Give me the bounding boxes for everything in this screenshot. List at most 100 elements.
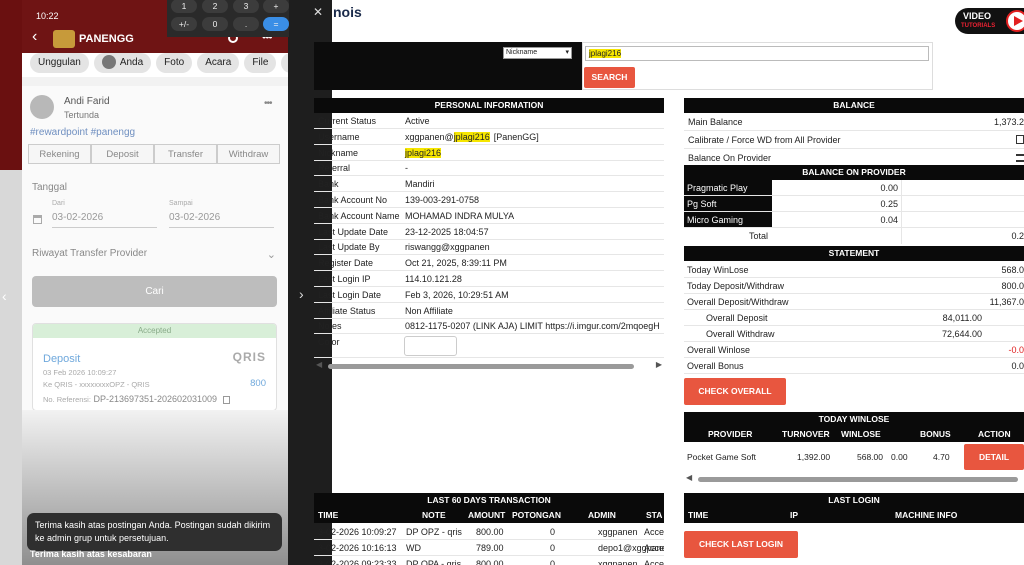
deposit-card[interactable]: Accepted Deposit 03 Feb 2026 10:09:27 Ke… [32, 323, 277, 411]
close-icon[interactable]: ✕ [313, 5, 323, 19]
transaction-row: 3-02-2026 10:09:27 DP OPZ - qris 800.00 0 xg… [314, 524, 664, 540]
deposit-title: Deposit [43, 353, 81, 365]
value-text: 23-12-2025 18:04:57 [405, 226, 489, 237]
key-2[interactable]: 2 [202, 0, 228, 13]
check-overall-button[interactable]: CHECK OVERALL [684, 378, 786, 405]
status-time: 10:22 [36, 11, 59, 21]
group-name: PANENGG [79, 33, 134, 45]
scroll-thumb[interactable] [328, 364, 634, 369]
col-time: TIME [318, 510, 339, 520]
back-icon[interactable]: ‹ [32, 29, 37, 45]
bottom-text: Terima kasih atas kesabaran [30, 549, 152, 559]
post-more-icon[interactable]: ••• [264, 98, 272, 109]
personal-info-label: Last Login IP [318, 274, 371, 284]
group-avatar [53, 30, 75, 48]
transaction-status: Acce [644, 543, 664, 553]
main-balance-label: Main Balance [688, 117, 743, 127]
chip-foto[interactable]: Foto [156, 53, 193, 73]
personal-info-row: Referral - [314, 160, 664, 177]
chip-bar: Unggulan Anda FotoAcaraFileA [22, 53, 288, 77]
reference-number: No. Referensi: DP-213697351-202602031009 [43, 394, 230, 404]
transaction-potongan: 0 [550, 543, 556, 553]
play-icon [1006, 10, 1024, 32]
chip-more[interactable]: A [281, 53, 288, 73]
col-bonus: BONUS [920, 429, 951, 439]
provider-balance-cell: 0.04 [880, 215, 898, 225]
personal-info-value: 139-003-291-0758 [405, 192, 480, 207]
video-tutorials-badge[interactable]: VIDEO TUTORIALS [955, 8, 1024, 34]
check-last-login-button[interactable]: CHECK LAST LOGIN [684, 531, 798, 558]
left-dark-band [0, 0, 22, 170]
key-3[interactable]: 3 [233, 0, 259, 13]
search-type-select[interactable]: Nickname ▾ [503, 47, 572, 59]
total-value: 0.2 [1011, 231, 1024, 241]
statement-label: Today Deposit/Withdraw [687, 281, 785, 291]
calendar-icon[interactable] [33, 215, 42, 224]
extra-value: 0.00 [891, 452, 908, 462]
hashtags[interactable]: #rewardpoint #panengg [30, 127, 135, 138]
horizontal-scrollbar[interactable]: ◀ ▶ [316, 360, 662, 370]
prev-arrow-icon[interactable]: ‹ [2, 288, 7, 304]
personal-info-header: PERSONAL INFORMATION [314, 98, 664, 113]
value-text: 139-003-291-0758 [405, 195, 480, 205]
key-plus[interactable]: + [263, 0, 289, 13]
personal-info-label: Bank Account Name [318, 210, 400, 221]
post-author: Andi Farid [64, 96, 110, 107]
search-input[interactable]: jplagi216 [585, 46, 929, 61]
last60-panel: LAST 60 DAYS TRANSACTION TIME NOTE AMOUN… [314, 493, 664, 565]
provider-name: Pocket Game Soft [687, 452, 756, 462]
col-login-ip: IP [790, 510, 799, 520]
transaction-potongan: 0 [550, 527, 556, 537]
key-1[interactable]: 1 [171, 0, 197, 13]
tab-deposit[interactable]: Deposit [91, 144, 154, 164]
date-from-field[interactable]: 03-02-2026 [52, 212, 157, 228]
winlose-scroll-thumb[interactable] [698, 477, 1018, 482]
personal-info-value: Mandiri [405, 176, 435, 191]
chip-file[interactable]: File [244, 53, 277, 73]
copy-icon[interactable] [222, 395, 230, 404]
statement-row: Today WinLose 568.0 [684, 262, 1024, 278]
personal-info-row: Current Status Active [314, 113, 664, 129]
key-decimal[interactable]: . [233, 17, 259, 31]
tab-transfer[interactable]: Transfer [154, 144, 217, 164]
statement-value: 11,367.0 [989, 297, 1024, 307]
personal-info-row: Nickname jplagi216 [314, 145, 664, 161]
winlose-scrollbar[interactable]: ◀ [686, 473, 1024, 483]
key-0[interactable]: 0 [202, 17, 228, 31]
personal-info-row: Last Update Date 23-12-2025 18:04:57 [314, 224, 664, 240]
transaction-amount: 800.00 [476, 559, 504, 565]
detail-button[interactable]: DETAIL [964, 444, 1024, 470]
cari-button[interactable]: Cari [32, 276, 277, 307]
chip-unggulan[interactable]: Unggulan [30, 53, 89, 73]
personal-info-row: Last Update By riswangg@xggpanen [314, 239, 664, 256]
riwayat-dropdown[interactable]: Riwayat Transfer Provider ⌄ [32, 248, 276, 264]
calibrate-icon[interactable] [1016, 135, 1024, 144]
date-to-field[interactable]: 03-02-2026 [169, 212, 274, 228]
toast-message: Terima kasih atas postingan Anda. Postin… [27, 513, 282, 551]
key-negate[interactable]: +/- [171, 17, 197, 31]
personal-info-row: Notes 0812-1175-0207 (LINK AJA) LIMIT htt… [314, 318, 664, 335]
chip-acara[interactable]: Acara [197, 53, 240, 73]
cell-divider [901, 212, 902, 228]
winlose-scroll-left-icon[interactable]: ◀ [686, 473, 692, 482]
search-button[interactable]: SEARCH [584, 67, 635, 88]
scroll-right-icon[interactable]: ▶ [656, 360, 662, 369]
tab-rekening[interactable]: Rekening [28, 144, 91, 164]
tutorials-label: TUTORIALS [961, 23, 996, 29]
value-text: 0812-1175-0207 (LINK AJA) LIMIT https://… [405, 321, 660, 332]
statement-label: Overall Deposit/Withdraw [687, 297, 789, 307]
riwayat-label: Riwayat Transfer Provider [32, 248, 148, 259]
provider-balance-header: BALANCE ON PROVIDER [684, 165, 1024, 180]
next-arrow-icon[interactable]: › [299, 286, 304, 302]
col-provider: PROVIDER [708, 429, 753, 439]
chevron-down-icon: ▾ [565, 49, 569, 56]
list-icon[interactable] [1016, 154, 1024, 162]
tab-withdraw[interactable]: Withdraw [217, 144, 280, 164]
personal-info-label: Last Update Date [318, 226, 389, 237]
today-winlose-row: Pocket Game Soft 1,392.00 568.00 0.00 4.… [684, 442, 1024, 472]
deposit-amount: 800 [250, 378, 266, 389]
scroll-left-icon[interactable]: ◀ [316, 360, 322, 369]
color-picker-input[interactable] [404, 336, 457, 357]
chip-anda[interactable]: Anda [93, 53, 152, 73]
key-equals[interactable]: = [263, 17, 289, 31]
